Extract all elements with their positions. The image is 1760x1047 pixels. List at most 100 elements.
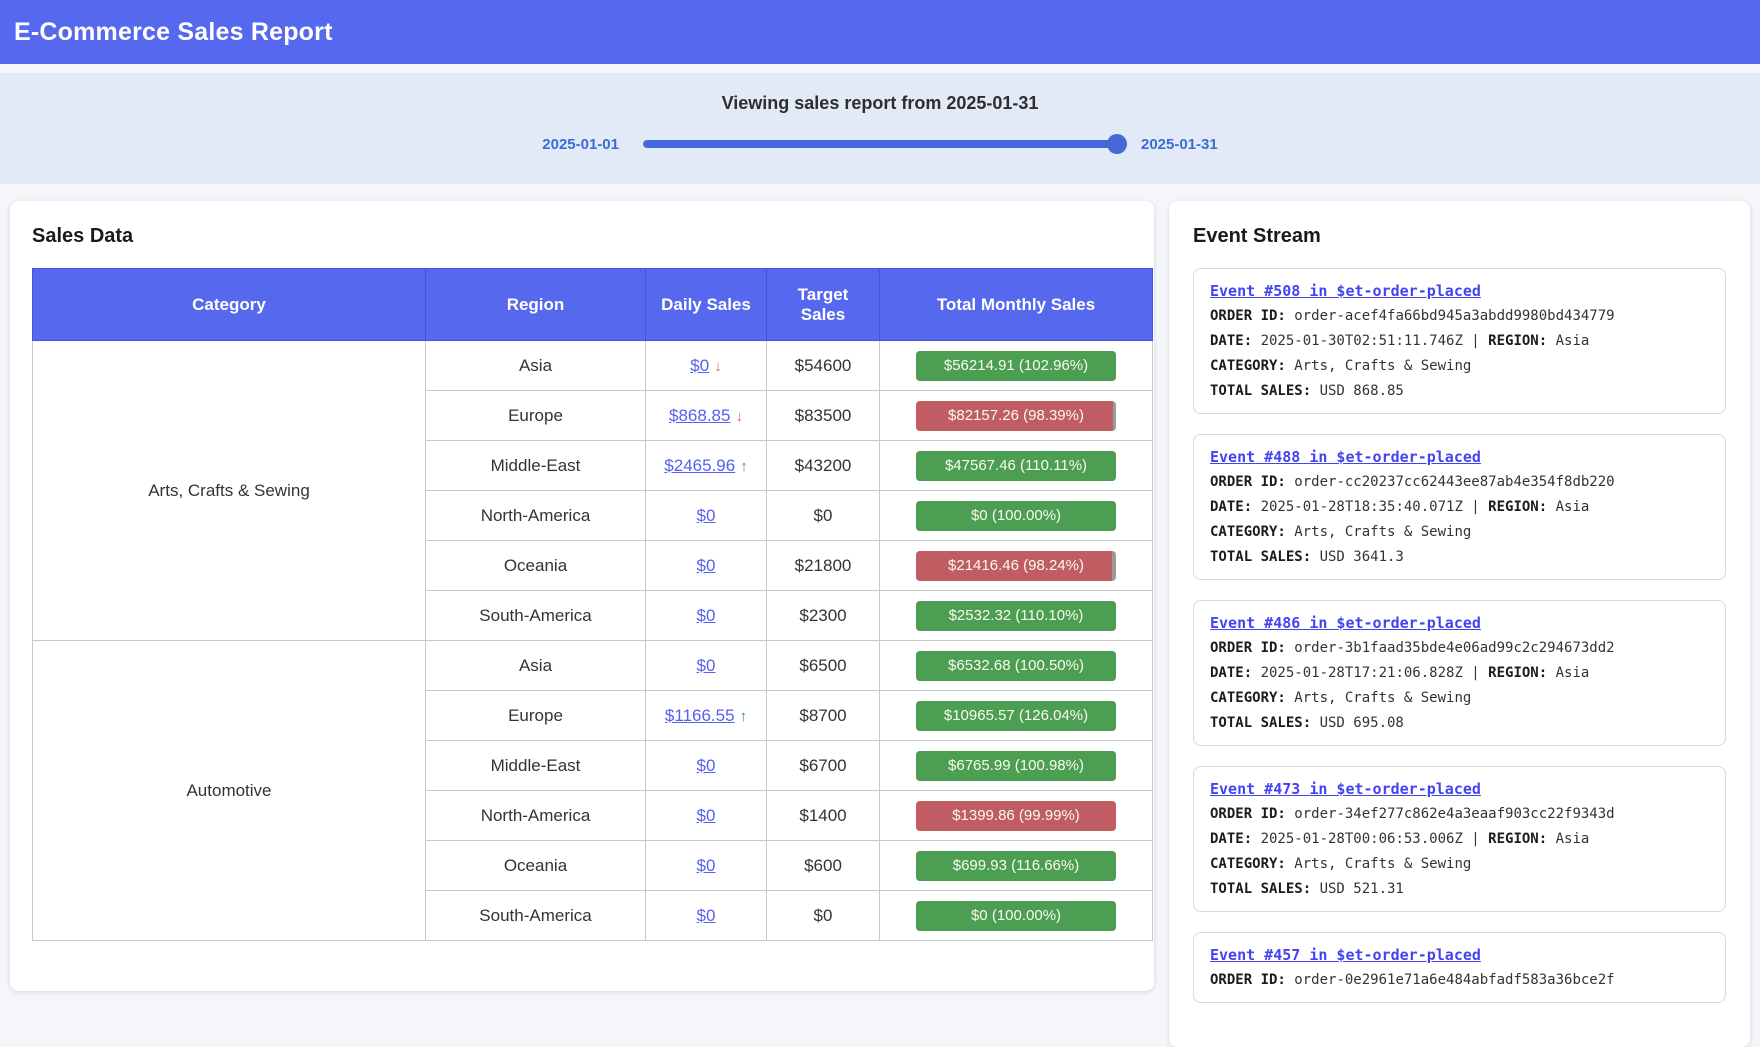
total-monthly-cell: $2532.32 (110.10%): [880, 591, 1153, 641]
daily-sales-cell: $0 ↓: [646, 341, 767, 391]
category-label: CATEGORY:: [1210, 358, 1294, 374]
daily-sales-link[interactable]: $0: [697, 806, 716, 825]
slider-fill: [643, 140, 1117, 148]
sales-data-panel: Sales Data CategoryRegionDaily SalesTarg…: [10, 201, 1154, 991]
order-id-value: order-cc20237cc62443ee87ab4e354f8db220: [1294, 474, 1614, 490]
region-cell: North-America: [426, 791, 646, 841]
main-content: Sales Data CategoryRegionDaily SalesTarg…: [0, 201, 1760, 1047]
region-cell: South-America: [426, 591, 646, 641]
date-label: DATE:: [1210, 831, 1261, 847]
daily-sales-link[interactable]: $1166.55: [665, 706, 735, 725]
table-row: Arts, Crafts & SewingAsia$0↓$54600$56214…: [33, 341, 1153, 391]
progress-badge: $1399.86 (99.99%): [916, 801, 1116, 831]
daily-sales-cell: $868.85↓: [646, 391, 767, 441]
daily-sales-link[interactable]: $0: [697, 606, 716, 625]
separator: |: [1471, 665, 1488, 681]
event-total-sales: TOTAL SALES: USD 3641.3: [1210, 548, 1709, 566]
daily-sales-link[interactable]: $868.85: [669, 406, 730, 425]
daily-sales-link[interactable]: $2465.96: [664, 456, 735, 475]
progress-badge: $0 (100.00%): [916, 501, 1116, 531]
slider-thumb[interactable]: [1107, 134, 1127, 154]
date-filter-title: Viewing sales report from 2025-01-31: [0, 93, 1760, 114]
event-link[interactable]: Event #488 in $et-order-placed: [1210, 448, 1481, 466]
region-cell: Asia: [426, 641, 646, 691]
date-range-slider[interactable]: [643, 134, 1117, 154]
total-sales-value: USD 695.08: [1320, 715, 1404, 731]
target-sales-cell: $2300: [767, 591, 880, 641]
progress-label: $10965.57 (126.04%): [916, 701, 1116, 731]
region-cell: Middle-East: [426, 741, 646, 791]
daily-sales-link[interactable]: $0: [697, 506, 716, 525]
event-order-id: ORDER ID: order-0e2961e71a6e484abfadf583…: [1210, 971, 1709, 989]
event-card: Event #488 in $et-order-placed ORDER ID: …: [1193, 434, 1726, 580]
daily-sales-link[interactable]: $0: [697, 656, 716, 675]
column-header: Total Monthly Sales: [880, 269, 1153, 341]
event-stream-panel: Event Stream Event #508 in $et-order-pla…: [1169, 201, 1750, 1047]
daily-sales-cell: $0: [646, 541, 767, 591]
date-label: DATE:: [1210, 499, 1261, 515]
table-row: AutomotiveAsia$0$6500$6532.68 (100.50%): [33, 641, 1153, 691]
progress-label: $21416.46 (98.24%): [916, 551, 1116, 581]
target-sales-cell: $6700: [767, 741, 880, 791]
event-link[interactable]: Event #486 in $et-order-placed: [1210, 614, 1481, 632]
date-value: 2025-01-28T18:35:40.071Z: [1261, 499, 1472, 515]
daily-sales-link[interactable]: $0: [697, 556, 716, 575]
order-id-label: ORDER ID:: [1210, 972, 1294, 988]
progress-label: $1399.86 (99.99%): [916, 801, 1116, 831]
region-cell: North-America: [426, 491, 646, 541]
event-link[interactable]: Event #508 in $et-order-placed: [1210, 282, 1481, 300]
event-card: Event #457 in $et-order-placed ORDER ID: …: [1193, 932, 1726, 1003]
order-id-value: order-0e2961e71a6e484abfadf583a36bce2f: [1294, 972, 1614, 988]
daily-sales-cell: $0: [646, 641, 767, 691]
event-total-sales: TOTAL SALES: USD 695.08: [1210, 714, 1709, 732]
progress-label: $47567.46 (110.11%): [916, 451, 1116, 481]
event-date-region: DATE: 2025-01-30T02:51:11.746Z | REGION:…: [1210, 332, 1709, 350]
daily-sales-link[interactable]: $0: [697, 856, 716, 875]
target-sales-cell: $83500: [767, 391, 880, 441]
order-id-label: ORDER ID:: [1210, 308, 1294, 324]
progress-badge: $0 (100.00%): [916, 901, 1116, 931]
daily-sales-cell: $0: [646, 491, 767, 541]
daily-sales-link[interactable]: $0: [697, 756, 716, 775]
daily-sales-link[interactable]: $0: [690, 356, 709, 375]
target-sales-cell: $600: [767, 841, 880, 891]
event-order-id: ORDER ID: order-cc20237cc62443ee87ab4e35…: [1210, 473, 1709, 491]
event-category: CATEGORY: Arts, Crafts & Sewing: [1210, 357, 1709, 375]
category-value: Arts, Crafts & Sewing: [1294, 524, 1471, 540]
event-category: CATEGORY: Arts, Crafts & Sewing: [1210, 689, 1709, 707]
sales-data-heading: Sales Data: [32, 225, 1132, 248]
event-order-id: ORDER ID: order-acef4fa66bd945a3abdd9980…: [1210, 307, 1709, 325]
category-cell: Arts, Crafts & Sewing: [33, 341, 426, 641]
target-sales-cell: $0: [767, 891, 880, 941]
total-monthly-cell: $6765.99 (100.98%): [880, 741, 1153, 791]
event-link[interactable]: Event #457 in $et-order-placed: [1210, 946, 1481, 964]
total-monthly-cell: $47567.46 (110.11%): [880, 441, 1153, 491]
region-cell: Europe: [426, 391, 646, 441]
trend-down-icon: ↓: [714, 358, 722, 375]
daily-sales-link[interactable]: $0: [697, 906, 716, 925]
total-monthly-cell: $10965.57 (126.04%): [880, 691, 1153, 741]
region-value: Asia: [1556, 333, 1590, 349]
event-card: Event #508 in $et-order-placed ORDER ID: …: [1193, 268, 1726, 414]
target-sales-cell: $8700: [767, 691, 880, 741]
sales-table: CategoryRegionDaily SalesTarget SalesTot…: [32, 268, 1153, 941]
category-value: Arts, Crafts & Sewing: [1294, 856, 1471, 872]
slider-track[interactable]: [643, 140, 1117, 148]
progress-label: $0 (100.00%): [916, 901, 1116, 931]
app-header: E-Commerce Sales Report: [0, 0, 1760, 64]
daily-sales-cell: $0: [646, 591, 767, 641]
order-id-value: order-acef4fa66bd945a3abdd9980bd434779: [1294, 308, 1614, 324]
daily-sales-cell: $0: [646, 891, 767, 941]
sales-table-header-row: CategoryRegionDaily SalesTarget SalesTot…: [33, 269, 1153, 341]
event-link[interactable]: Event #473 in $et-order-placed: [1210, 780, 1481, 798]
event-card: Event #486 in $et-order-placedORDER ID: …: [1193, 600, 1726, 746]
event-list: Event #508 in $et-order-placed ORDER ID: …: [1193, 268, 1726, 1003]
separator: |: [1471, 333, 1488, 349]
progress-label: $82157.26 (98.39%): [916, 401, 1116, 431]
region-value: Asia: [1556, 831, 1590, 847]
daily-sales-cell: $1166.55↑: [646, 691, 767, 741]
region-label: REGION:: [1488, 665, 1555, 681]
region-value: Asia: [1556, 665, 1590, 681]
target-sales-cell: $0: [767, 491, 880, 541]
daily-sales-cell: $2465.96↑: [646, 441, 767, 491]
